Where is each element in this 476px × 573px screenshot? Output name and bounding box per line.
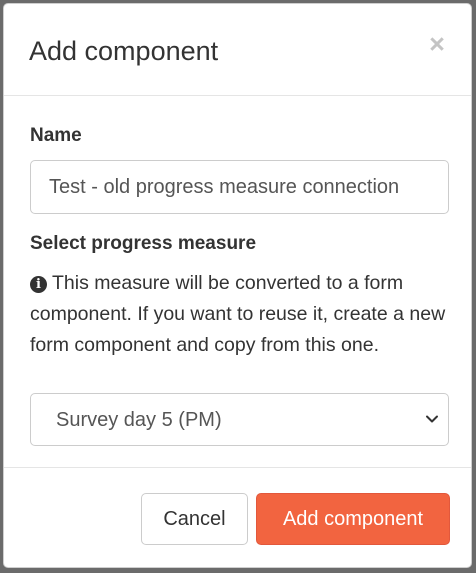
- dialog-footer: Cancel Add component: [4, 467, 471, 567]
- info-circle-icon: i: [30, 276, 47, 293]
- help-text: i This measure will be converted to a for…: [30, 268, 452, 361]
- name-input[interactable]: [30, 160, 449, 214]
- add-component-button[interactable]: Add component: [256, 493, 450, 545]
- close-icon[interactable]: ×: [425, 30, 449, 58]
- selected-measure: Survey day 5 (PM): [56, 409, 222, 431]
- name-label: Name: [30, 125, 82, 146]
- dialog-title: Add component: [29, 36, 219, 66]
- dialog-header: Add component ×: [4, 4, 471, 96]
- help-text-content: This measure will be converted to a form…: [30, 272, 446, 356]
- progress-measure-label: Select progress measure: [30, 233, 257, 254]
- dialog-body: Name Select progress measure iThis measu…: [4, 96, 471, 467]
- cancel-button[interactable]: Cancel: [141, 493, 248, 545]
- add-component-dialog: Add component × Name Select progress mea…: [3, 3, 472, 568]
- chevron-down-icon: [426, 415, 438, 423]
- progress-measure-select[interactable]: Survey day 5 (PM): [30, 393, 449, 446]
